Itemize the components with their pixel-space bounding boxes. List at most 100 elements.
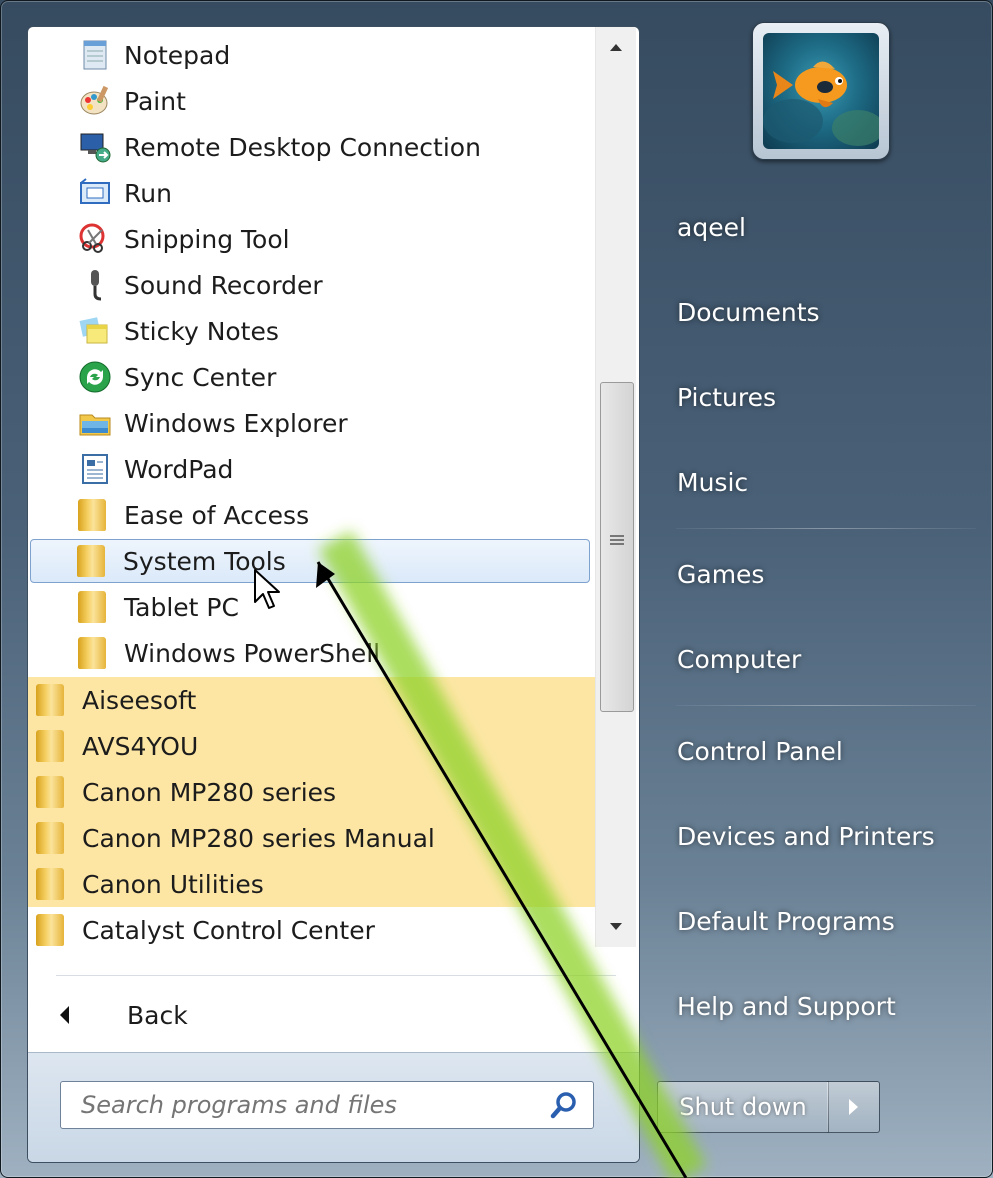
mouse-cursor-icon [254, 569, 280, 609]
search-icon[interactable] [547, 1088, 581, 1122]
scroll-down-button[interactable] [596, 907, 636, 947]
right-item-label: Control Panel [677, 736, 843, 766]
right-item-music[interactable]: Music [660, 457, 980, 507]
program-label: Sound Recorder [124, 270, 323, 300]
chevron-down-icon [610, 923, 622, 930]
programs-scrollbar[interactable] [595, 27, 636, 947]
program-item-snipping-tool[interactable]: Snipping Tool [78, 217, 638, 261]
folder-icon [78, 499, 106, 531]
wordpad-icon [78, 452, 112, 486]
folder-icon [36, 684, 64, 716]
folder-icon [78, 637, 106, 669]
right-item-label: Default Programs [677, 906, 895, 936]
right-separator [676, 528, 976, 529]
program-item-system-tools[interactable]: System Tools [30, 539, 590, 583]
program-item-run[interactable]: Run [78, 171, 638, 215]
folder-icon [36, 822, 64, 854]
right-item-label: Games [677, 559, 765, 589]
folder-icon [78, 591, 106, 623]
right-item-label: Devices and Printers [677, 821, 935, 851]
triangle-left-icon [60, 1006, 69, 1024]
program-label: Aiseesoft [82, 685, 197, 715]
back-label: Back [127, 1000, 188, 1030]
scroll-up-button[interactable] [596, 27, 636, 67]
all-programs-list: Notepad Paint Remote Desktop Connection … [28, 27, 603, 947]
right-item-label: Computer [677, 644, 802, 674]
program-item-notepad[interactable]: Notepad [78, 33, 638, 77]
program-folder-catalyst-control-center[interactable]: Catalyst Control Center [36, 907, 596, 953]
program-label: Snipping Tool [124, 224, 290, 254]
right-item-label: Documents [677, 297, 820, 327]
program-label: Canon MP280 series [82, 777, 337, 807]
folder-icon [36, 868, 64, 900]
program-folder-aiseesoft[interactable]: Aiseesoft [28, 677, 603, 723]
program-label: Sticky Notes [124, 316, 279, 346]
microphone-icon [78, 268, 112, 302]
user-name: aqeel [677, 212, 746, 242]
program-folder-canon-mp280-manual[interactable]: Canon MP280 series Manual [28, 815, 603, 861]
search-area [28, 1052, 639, 1162]
search-input[interactable] [79, 1090, 547, 1120]
program-label: AVS4YOU [82, 731, 199, 761]
folder-icon [36, 776, 64, 808]
right-item-help-and-support[interactable]: Help and Support [660, 981, 980, 1031]
program-label: Sync Center [124, 362, 277, 392]
sync-icon [78, 360, 112, 394]
right-separator [676, 705, 976, 706]
right-item-pictures[interactable]: Pictures [660, 372, 980, 422]
back-button[interactable]: Back [48, 990, 348, 1040]
program-label: Ease of Access [124, 500, 310, 530]
program-label: Notepad [124, 40, 231, 70]
program-item-tablet-pc[interactable]: Tablet PC [78, 585, 638, 629]
right-item-documents[interactable]: Documents [660, 287, 980, 337]
shutdown-options-button[interactable] [827, 1081, 880, 1133]
program-item-sync-center[interactable]: Sync Center [78, 355, 638, 399]
scroll-thumb[interactable] [600, 382, 634, 712]
folder-icon [36, 914, 64, 946]
program-item-wordpad[interactable]: WordPad [78, 447, 638, 491]
folder-icon [77, 545, 105, 577]
search-box[interactable] [60, 1081, 594, 1129]
remote-desktop-icon [78, 130, 112, 164]
right-item-default-programs[interactable]: Default Programs [660, 896, 980, 946]
divider [56, 975, 616, 976]
right-item-user[interactable]: aqeel [660, 202, 980, 252]
program-label: Windows Explorer [124, 408, 348, 438]
program-label: Canon MP280 series Manual [82, 823, 435, 853]
program-item-sound-recorder[interactable]: Sound Recorder [78, 263, 638, 307]
shutdown-button[interactable]: Shut down [657, 1081, 829, 1133]
right-item-devices-and-printers[interactable]: Devices and Printers [660, 811, 980, 861]
right-item-label: Help and Support [677, 991, 896, 1021]
notepad-icon [78, 38, 112, 72]
program-item-ease-of-access[interactable]: Ease of Access [78, 493, 638, 537]
user-picture[interactable] [752, 22, 890, 160]
program-label: Remote Desktop Connection [124, 132, 481, 162]
folder-icon [36, 730, 64, 762]
snipping-tool-icon [78, 222, 112, 256]
shutdown-label: Shut down [679, 1093, 807, 1121]
program-label: Catalyst Control Center [82, 915, 375, 945]
program-item-remote-desktop[interactable]: Remote Desktop Connection [78, 125, 638, 169]
program-folder-avs4you[interactable]: AVS4YOU [28, 723, 603, 769]
fish-icon [763, 61, 879, 146]
triangle-right-icon [848, 1099, 858, 1115]
right-item-computer[interactable]: Computer [660, 634, 980, 684]
run-icon [78, 176, 112, 210]
right-item-control-panel[interactable]: Control Panel [660, 726, 980, 776]
right-item-label: Music [677, 467, 749, 497]
program-folder-canon-mp280[interactable]: Canon MP280 series [28, 769, 603, 815]
program-item-sticky-notes[interactable]: Sticky Notes [78, 309, 638, 353]
program-item-windows-powershell[interactable]: Windows PowerShell [78, 631, 638, 675]
right-item-label: Pictures [677, 382, 776, 412]
right-item-games[interactable]: Games [660, 549, 980, 599]
program-folder-canon-utilities[interactable]: Canon Utilities [28, 861, 603, 907]
fish-avatar-image [763, 33, 879, 149]
program-item-windows-explorer[interactable]: Windows Explorer [78, 401, 638, 445]
explorer-icon [78, 406, 112, 440]
sticky-notes-icon [78, 314, 112, 348]
program-item-paint[interactable]: Paint [78, 79, 638, 123]
programs-pane: Notepad Paint Remote Desktop Connection … [27, 26, 640, 1163]
grip-icon [610, 535, 624, 547]
program-label: Canon Utilities [82, 869, 264, 899]
program-label: Paint [124, 86, 186, 116]
